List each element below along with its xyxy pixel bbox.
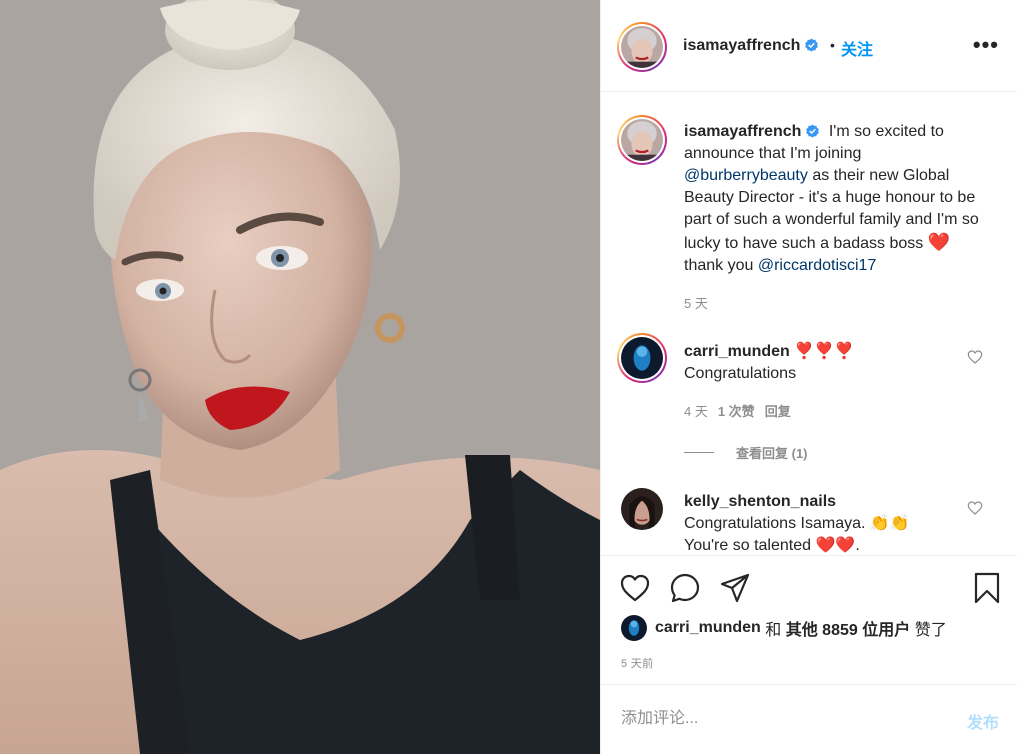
caption-author-avatar[interactable] (617, 115, 667, 165)
comment-text: Congratulations (684, 365, 797, 382)
bookmark-icon[interactable] (971, 572, 1003, 604)
commenter-avatar[interactable] (621, 488, 663, 530)
liker-avatar-image (621, 615, 647, 641)
likes-summary[interactable]: carri_munden 和 其他 8859 位用户 赞了 (621, 614, 947, 642)
heart-icon[interactable] (967, 500, 983, 516)
post-comment-button[interactable]: 发布 (967, 709, 999, 733)
comment-text-line2: You're so talented (684, 537, 812, 554)
comment-input[interactable] (621, 707, 941, 731)
heart-icon[interactable] (967, 349, 983, 365)
heart-emoji: ❤️ (927, 232, 951, 252)
author-username-text[interactable]: isamayaffrench (683, 37, 800, 54)
reply-button[interactable]: 回复 (765, 404, 791, 419)
action-bar (601, 555, 1017, 619)
share-icon[interactable] (719, 572, 751, 604)
author-avatar-image (621, 26, 663, 68)
liker-avatar[interactable] (621, 615, 647, 641)
comment-text-line1: Congratulations Isamaya. (684, 515, 866, 532)
caption-timestamp[interactable]: 5 天 (684, 293, 984, 315)
caption-avatar-image (621, 119, 663, 161)
likes-suffix: 赞了 (914, 622, 947, 639)
caption-text: isamayaffrench I'm so excited to announc… (684, 121, 984, 315)
more-icon[interactable]: ••• (973, 32, 999, 58)
post-timestamp[interactable]: 5 天前 (621, 655, 653, 671)
follow-button[interactable]: 关注 (841, 36, 873, 60)
comment-text-end: . (855, 537, 860, 554)
replies-divider (684, 452, 714, 453)
comment-timestamp[interactable]: 4 天 (684, 404, 708, 419)
commenter-avatar[interactable] (617, 333, 667, 383)
view-replies-button[interactable]: 查看回复 (1) (684, 443, 808, 462)
caption-body-3: thank you (684, 257, 754, 274)
comment-username[interactable]: carri_munden (684, 343, 790, 360)
heart-emoji: ❤️❤️ (815, 537, 856, 554)
caption-username[interactable]: isamayaffrench (684, 123, 801, 140)
view-replies-label[interactable]: 查看回复 (1) (736, 443, 808, 462)
portrait-image (0, 0, 600, 754)
heart-exclamation-emoji: ❣️❣️❣️ (794, 343, 855, 360)
commenter-avatar-image (621, 488, 663, 530)
comment-meta: 4 天 1 次赞 回复 (684, 401, 791, 420)
post-photo[interactable] (0, 0, 600, 754)
separator-dot: • (830, 37, 835, 53)
likes-and: 和 (765, 622, 782, 639)
comments-list[interactable]: isamayaffrench I'm so excited to announc… (601, 93, 1017, 555)
mention-link[interactable]: @riccardotisci17 (758, 257, 877, 274)
commenter-avatar-image (621, 337, 663, 379)
clapping-hands-emoji: 👏👏 (869, 515, 910, 532)
post-header: isamayaffrench • 关注 ••• (601, 0, 1017, 92)
author-username[interactable]: isamayaffrench (683, 37, 819, 55)
liker-username[interactable]: carri_munden (655, 619, 761, 637)
comment-body: kelly_shenton_nails Congratulations Isam… (684, 491, 984, 555)
verified-badge-icon (805, 38, 819, 52)
heart-icon[interactable] (619, 572, 651, 604)
author-avatar[interactable] (617, 22, 667, 72)
comment-likes-count[interactable]: 1 次赞 (718, 404, 755, 419)
comment-body: carri_munden ❣️❣️❣️ Congratulations (684, 341, 854, 385)
likes-others-count[interactable]: 其他 8859 位用户 (786, 616, 911, 640)
verified-badge-icon (806, 124, 820, 138)
comment-icon[interactable] (669, 572, 701, 604)
post-detail-panel: isamayaffrench • 关注 ••• isamayaffrench I… (600, 0, 1017, 754)
comment-composer: 发布 (601, 684, 1017, 754)
mention-link[interactable]: @burberrybeauty (684, 167, 808, 184)
comment-username[interactable]: kelly_shenton_nails (684, 493, 836, 510)
